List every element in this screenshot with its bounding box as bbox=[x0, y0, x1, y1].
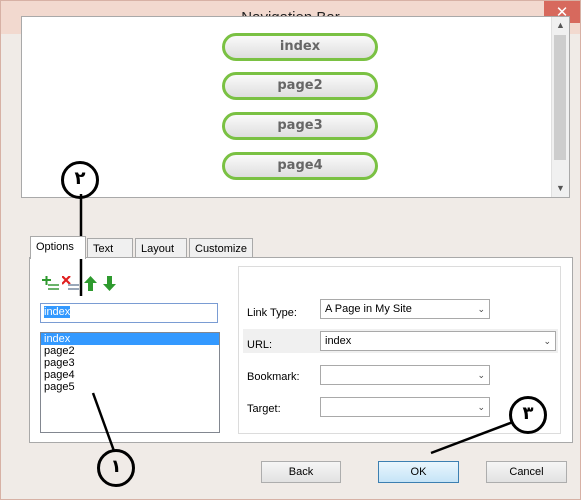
cancel-button[interactable]: Cancel bbox=[486, 461, 567, 483]
preview-panel: index page2 page3 page4 ▲ ▼ bbox=[21, 16, 570, 198]
options-tab-panel: index index page2 page3 page4 page5 Link… bbox=[29, 257, 573, 443]
navigation-bar-dialog: Navigation Bar ✕ index page2 page3 page4… bbox=[0, 0, 581, 500]
move-down-icon[interactable] bbox=[103, 276, 116, 294]
target-select[interactable]: ⌄ bbox=[320, 397, 490, 417]
chevron-down-icon: ⌄ bbox=[477, 304, 485, 314]
scroll-thumb[interactable] bbox=[554, 35, 566, 160]
target-label: Target: bbox=[247, 403, 281, 415]
tab-layout[interactable]: Layout bbox=[135, 238, 187, 258]
list-item[interactable]: index bbox=[41, 333, 219, 345]
page-name-input[interactable]: index bbox=[40, 303, 218, 323]
url-label: URL: bbox=[247, 339, 273, 351]
tab-options[interactable]: Options bbox=[30, 236, 86, 259]
callout-1: ١ bbox=[97, 449, 135, 487]
tab-text[interactable]: Text bbox=[87, 238, 133, 258]
ok-button[interactable]: OK bbox=[378, 461, 459, 483]
preview-nav-button: page2 bbox=[222, 72, 378, 100]
preview-nav-button: page4 bbox=[222, 152, 378, 180]
add-page-icon[interactable] bbox=[42, 276, 59, 294]
scroll-up-icon[interactable]: ▲ bbox=[552, 17, 569, 34]
preview-nav-button: page3 bbox=[222, 112, 378, 140]
preview-scrollbar[interactable]: ▲ ▼ bbox=[551, 17, 569, 197]
move-up-icon[interactable] bbox=[84, 276, 97, 294]
chevron-down-icon: ⌄ bbox=[477, 370, 485, 380]
link-type-label: Link Type: bbox=[247, 307, 297, 319]
url-value: index bbox=[325, 335, 352, 347]
back-button[interactable]: Back bbox=[261, 461, 341, 483]
preview-nav-button: index bbox=[222, 33, 378, 61]
list-item[interactable]: page2 bbox=[41, 345, 219, 357]
list-item[interactable]: page5 bbox=[41, 381, 219, 393]
page-name-value: index bbox=[44, 306, 71, 318]
callout-2: ٢ bbox=[61, 161, 99, 199]
page-list[interactable]: index page2 page3 page4 page5 bbox=[40, 332, 220, 433]
chevron-down-icon: ⌄ bbox=[477, 402, 485, 412]
link-type-value: A Page in My Site bbox=[325, 303, 412, 315]
url-select[interactable]: index ⌄ bbox=[320, 331, 556, 351]
list-item[interactable]: page4 bbox=[41, 369, 219, 381]
tab-customize[interactable]: Customize bbox=[189, 238, 253, 258]
chevron-down-icon: ⌄ bbox=[543, 336, 551, 346]
scroll-down-icon[interactable]: ▼ bbox=[552, 180, 569, 197]
list-item[interactable]: page3 bbox=[41, 357, 219, 369]
bookmark-label: Bookmark: bbox=[247, 371, 300, 383]
bookmark-select[interactable]: ⌄ bbox=[320, 365, 490, 385]
callout-3: ٣ bbox=[509, 396, 547, 434]
remove-page-icon[interactable] bbox=[61, 275, 79, 294]
link-type-select[interactable]: A Page in My Site ⌄ bbox=[320, 299, 490, 319]
